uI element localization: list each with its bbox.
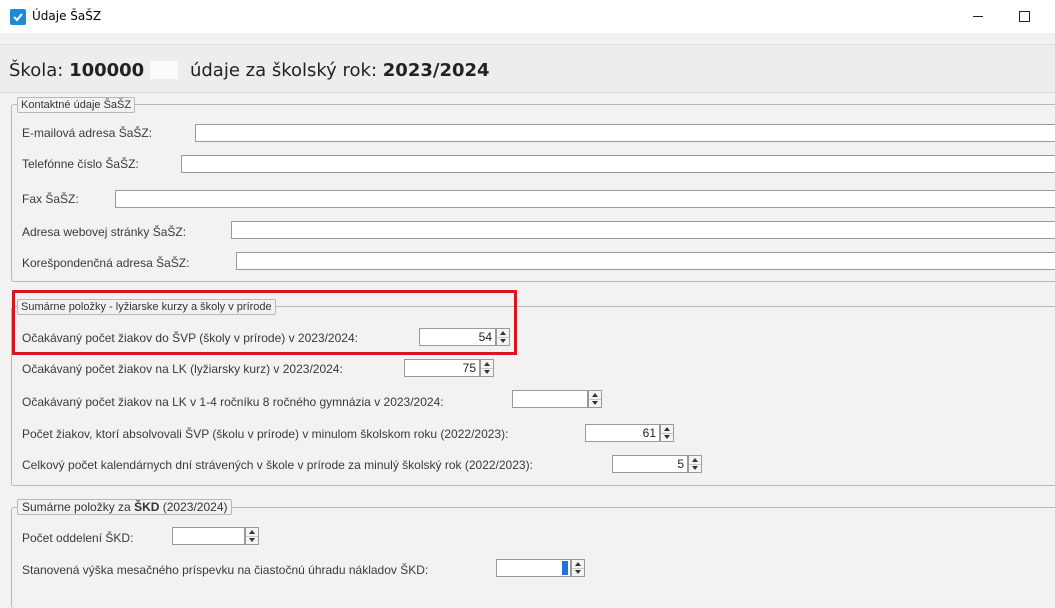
- stepper-down-icon[interactable]: [589, 399, 601, 407]
- stepper-down-icon[interactable]: [572, 568, 584, 576]
- lk8-stepper[interactable]: [588, 390, 602, 408]
- minimize-icon[interactable]: [955, 0, 1001, 33]
- lk8-label: Očakávaný počet žiakov na LK v 1-4 roční…: [22, 395, 444, 409]
- phone-field[interactable]: [181, 155, 1055, 173]
- year-value: 2023/2024: [382, 60, 490, 81]
- school-header: Škola: 100000 údaje za školský rok: 2023…: [0, 44, 1055, 93]
- skd-legend-suffix: (2023/2024): [162, 500, 228, 514]
- svp-past-input[interactable]: 61: [585, 424, 660, 442]
- departments-label: Počet oddelení ŠKD:: [22, 531, 134, 545]
- school-code: 100000: [69, 60, 145, 81]
- skd-legend-bold: ŠKD: [134, 500, 160, 514]
- skd-group: Sumárne položky za ŠKD (2023/2024): [11, 499, 1055, 608]
- stepper-down-icon[interactable]: [689, 464, 701, 472]
- year-label: údaje za školský rok:: [189, 60, 378, 81]
- departments-input[interactable]: [172, 527, 245, 545]
- web-label: Adresa webovej stránky ŠaŠZ:: [22, 225, 187, 239]
- stepper-down-icon[interactable]: [246, 536, 258, 544]
- school-label: Škola:: [9, 60, 64, 81]
- email-field[interactable]: [195, 124, 1055, 142]
- app-icon: [10, 9, 26, 25]
- stepper-down-icon[interactable]: [661, 433, 673, 441]
- title-bar: Údaje ŠaŠZ: [0, 0, 1055, 33]
- fee-label: Stanovená výška mesačného príspevku na č…: [22, 563, 429, 577]
- window-title: Údaje ŠaŠZ: [32, 9, 102, 23]
- days-input[interactable]: 5: [612, 455, 688, 473]
- maximize-icon[interactable]: [1001, 0, 1047, 33]
- days-stepper[interactable]: [688, 455, 702, 473]
- web-field[interactable]: [231, 221, 1055, 239]
- fax-field[interactable]: [115, 190, 1055, 208]
- lk-stepper[interactable]: [480, 359, 494, 377]
- school-header-line: Škola: 100000 údaje za školský rok: 2023…: [9, 60, 490, 81]
- highlight-box: [12, 290, 517, 355]
- svp-past-label: Počet žiakov, ktorí absolvovali ŠVP (ško…: [22, 427, 509, 441]
- address-label: Korešpondenčná adresa ŠaŠZ:: [22, 256, 190, 270]
- skd-legend-prefix: Sumárne položky za: [22, 500, 131, 514]
- contacts-legend: Kontaktné údaje ŠaŠZ: [17, 97, 136, 113]
- fee-input[interactable]: [496, 559, 571, 577]
- address-field[interactable]: [236, 252, 1055, 270]
- lk-label: Očakávaný počet žiakov na LK (lyžiarsky …: [22, 362, 343, 376]
- lk8-input[interactable]: [512, 390, 588, 408]
- lk-input[interactable]: 75: [404, 359, 480, 377]
- redacted-area: [150, 61, 179, 79]
- fee-stepper[interactable]: [571, 559, 585, 577]
- phone-label: Telefónne číslo ŠaŠZ:: [22, 157, 139, 171]
- skd-legend: Sumárne položky za ŠKD (2023/2024): [17, 499, 233, 515]
- email-label: E-mailová adresa ŠaŠZ:: [22, 126, 153, 140]
- days-label: Celkový počet kalendárnych dní strávenýc…: [22, 458, 533, 472]
- text-cursor: [562, 561, 568, 575]
- fax-label: Fax ŠaŠZ:: [22, 192, 79, 206]
- departments-stepper[interactable]: [245, 527, 259, 545]
- stepper-down-icon[interactable]: [481, 368, 493, 376]
- svp-past-stepper[interactable]: [660, 424, 674, 442]
